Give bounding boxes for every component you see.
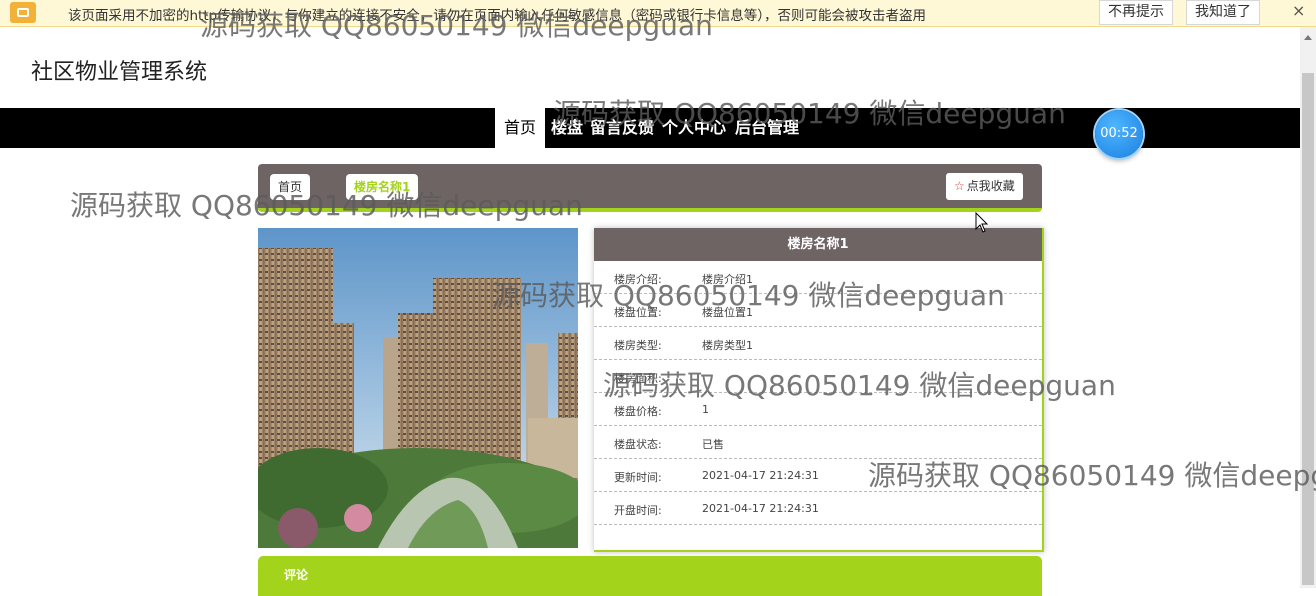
dont-remind-button[interactable]: 不再提示 (1099, 0, 1173, 25)
detail-label: 楼房面积: (614, 372, 662, 385)
detail-value: 楼房介绍1 (702, 273, 753, 286)
comment-label: 评论 (284, 568, 309, 582)
detail-value: 2021-04-17 21:24:31 (702, 469, 819, 482)
star-icon: ☆ (954, 179, 965, 193)
detail-row: 更新时间: 2021-04-17 21:24:31 (594, 459, 1042, 492)
mouse-cursor-icon (975, 212, 989, 233)
info-icon (10, 2, 36, 23)
nav-item-feedback[interactable]: 留言反馈 (590, 108, 654, 148)
close-icon[interactable]: × (1292, 1, 1305, 20)
nav-item-profile[interactable]: 个人中心 (662, 108, 726, 148)
detail-label: 楼盘位置: (614, 306, 662, 319)
favorite-label: 点我收藏 (966, 179, 1015, 193)
breadcrumb-home[interactable]: 首页 (270, 174, 311, 200)
detail-value: 楼房类型1 (702, 339, 753, 352)
site-title: 社区物业管理系统 (31, 60, 208, 85)
detail-label: 楼房类型: (614, 339, 662, 352)
detail-label: 楼盘价格: (614, 405, 662, 418)
detail-row: 开盘时间: 2021-04-17 21:24:31 (594, 492, 1042, 525)
detail-label: 楼盘状态: (614, 438, 662, 451)
nav-item-admin[interactable]: 后台管理 (735, 108, 799, 148)
detail-value: 2021-04-17 21:24:31 (702, 502, 819, 515)
scroll-up-icon[interactable] (1304, 35, 1312, 40)
detail-value: 1 (702, 403, 709, 416)
detail-label: 更新时间: (614, 471, 662, 484)
building-detail-panel: 楼房名称1 楼房介绍: 楼房介绍1 楼盘位置: 楼盘位置1 楼房类型: 楼房类型1 楼… (594, 228, 1044, 552)
nav-item-buildings[interactable]: 楼盘 (551, 108, 583, 148)
detail-label: 楼房介绍: (614, 273, 662, 286)
breadcrumb: 首页 楼房名称1 ☆ 点我收藏 (258, 164, 1042, 212)
acknowledge-button[interactable]: 我知道了 (1186, 0, 1260, 25)
detail-row: 楼房介绍: 楼房介绍1 (594, 261, 1042, 294)
detail-row: 楼房面积: (594, 360, 1042, 393)
detail-row: 楼盘状态: 已售 (594, 426, 1042, 459)
detail-row: 楼盘位置: 楼盘位置1 (594, 294, 1042, 327)
detail-row: 楼房类型: 楼房类型1 (594, 327, 1042, 360)
page-scrollbar[interactable] (1300, 27, 1316, 588)
breadcrumb-current: 楼房名称1 (346, 174, 419, 200)
favorite-button[interactable]: ☆ 点我收藏 (946, 173, 1023, 200)
notice-text: 该页面采用不加密的http传输协议，与你建立的连接不安全，请勿在页面内输入任何敏… (68, 8, 926, 24)
detail-row: 楼盘价格: 1 (594, 393, 1042, 426)
security-notice-bar: 该页面采用不加密的http传输协议，与你建立的连接不安全，请勿在页面内输入任何敏… (0, 0, 1316, 27)
detail-value: 已售 (702, 438, 724, 451)
nav-item-home[interactable]: 首页 (495, 108, 546, 148)
detail-label: 开盘时间: (614, 504, 662, 517)
scroll-thumb[interactable] (1302, 73, 1314, 585)
building-photo (258, 228, 578, 548)
detail-value: 楼盘位置1 (702, 306, 753, 319)
comment-section: 评论 (258, 556, 1042, 596)
recording-timer[interactable]: 00:52 (1095, 110, 1143, 158)
